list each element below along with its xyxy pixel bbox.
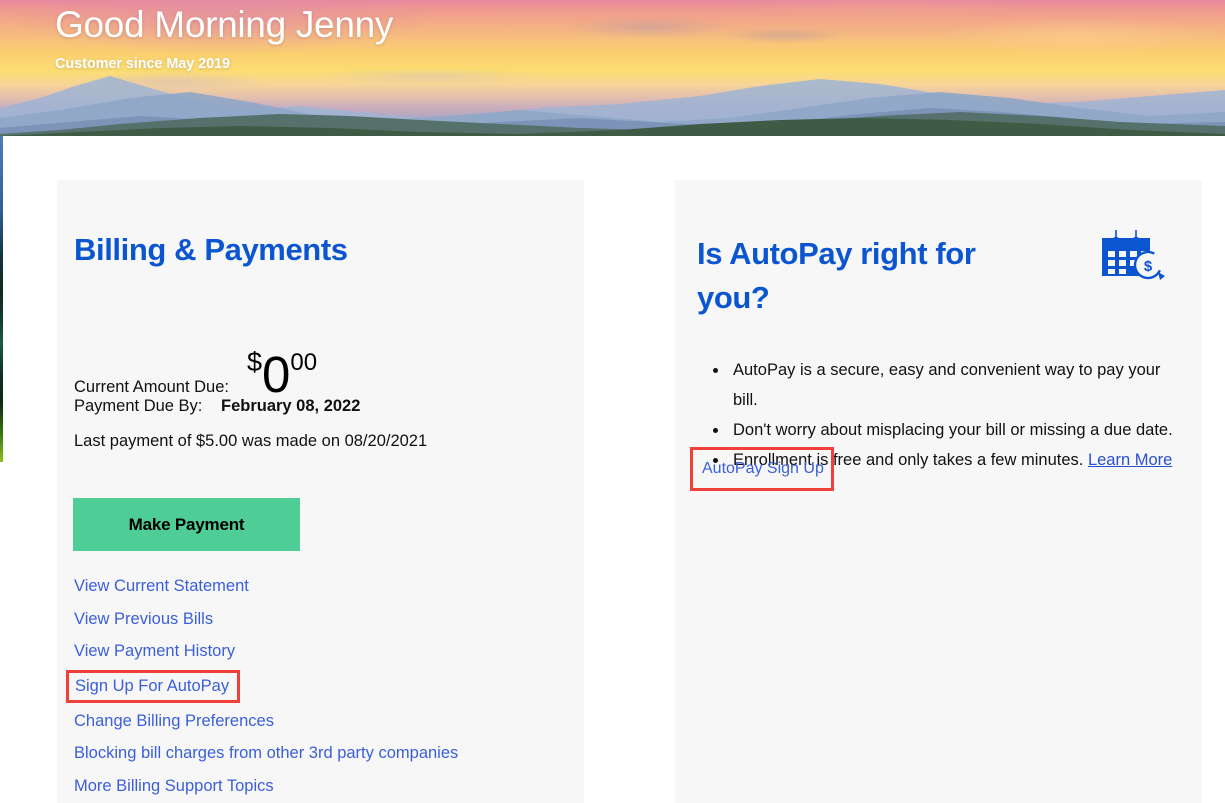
amount-whole-part: 0 <box>262 346 289 403</box>
svg-text:$: $ <box>1144 258 1153 275</box>
payment-due-by-date: February 08, 2022 <box>221 397 360 415</box>
billing-links-list: View Current Statement View Previous Bil… <box>74 572 544 803</box>
link-view-payment-history[interactable]: View Payment History <box>74 637 235 666</box>
link-sign-up-for-autopay[interactable]: Sign Up For AutoPay <box>66 670 240 703</box>
customer-since-label: Customer since May 2019 <box>55 48 393 74</box>
billing-card-title: Billing & Payments <box>74 232 348 268</box>
last-payment-text: Last payment of $5.00 was made on 08/20/… <box>74 432 427 451</box>
list-item: View Current Statement <box>74 572 544 601</box>
amount-currency-symbol: $ <box>247 347 262 377</box>
payment-due-by-label: Payment Due By: <box>74 397 202 415</box>
page-root: Good Morning Jenny Customer since May 20… <box>0 0 1225 803</box>
payment-due-by-row: Payment Due By: February 08, 2022 <box>74 397 360 416</box>
hero-text-block: Good Morning Jenny Customer since May 20… <box>55 2 393 74</box>
left-edge-image-sliver <box>0 132 3 462</box>
link-more-billing-support-topics[interactable]: More Billing Support Topics <box>74 772 274 801</box>
current-amount-due-row: Current Amount Due: $000 <box>74 345 316 404</box>
link-autopay-sign-up[interactable]: AutoPay Sign Up <box>702 459 824 479</box>
current-amount-due-label: Current Amount Due: <box>74 376 229 398</box>
calendar-dollar-recurring-icon: $ <box>1100 228 1170 284</box>
amount-cents-part: 00 <box>290 349 317 376</box>
list-item: Blocking bill charges from other 3rd par… <box>74 739 544 768</box>
list-item-highlighted: Sign Up For AutoPay <box>74 670 544 703</box>
link-blocking-bill-charges[interactable]: Blocking bill charges from other 3rd par… <box>74 739 458 768</box>
make-payment-button[interactable]: Make Payment <box>73 498 300 551</box>
autopay-benefit-1: AutoPay is a secure, easy and convenient… <box>733 361 1160 409</box>
current-amount-due-value: $000 <box>247 345 316 404</box>
billing-payments-card: Billing & Payments Current Amount Due: $… <box>57 180 584 803</box>
autopay-benefit-2: Don't worry about misplacing your bill o… <box>733 421 1173 439</box>
link-change-billing-preferences[interactable]: Change Billing Preferences <box>74 707 274 736</box>
list-item: Don't worry about misplacing your bill o… <box>729 415 1179 445</box>
hero-banner: Good Morning Jenny Customer since May 20… <box>0 0 1225 136</box>
list-item: More Billing Support Topics <box>74 772 544 801</box>
list-item: View Payment History <box>74 637 544 666</box>
autopay-signup-highlight-box: AutoPay Sign Up <box>690 447 834 491</box>
link-view-previous-bills[interactable]: View Previous Bills <box>74 605 213 634</box>
list-item: AutoPay is a secure, easy and convenient… <box>729 355 1179 415</box>
list-item: View Previous Bills <box>74 605 544 634</box>
autopay-info-card: Is AutoPay right for you? <box>675 180 1202 803</box>
link-view-current-statement[interactable]: View Current Statement <box>74 572 249 601</box>
link-learn-more[interactable]: Learn More <box>1088 451 1172 469</box>
list-item: Change Billing Preferences <box>74 707 544 736</box>
autopay-card-title: Is AutoPay right for you? <box>697 232 1027 320</box>
greeting-heading: Good Morning Jenny <box>55 2 393 48</box>
